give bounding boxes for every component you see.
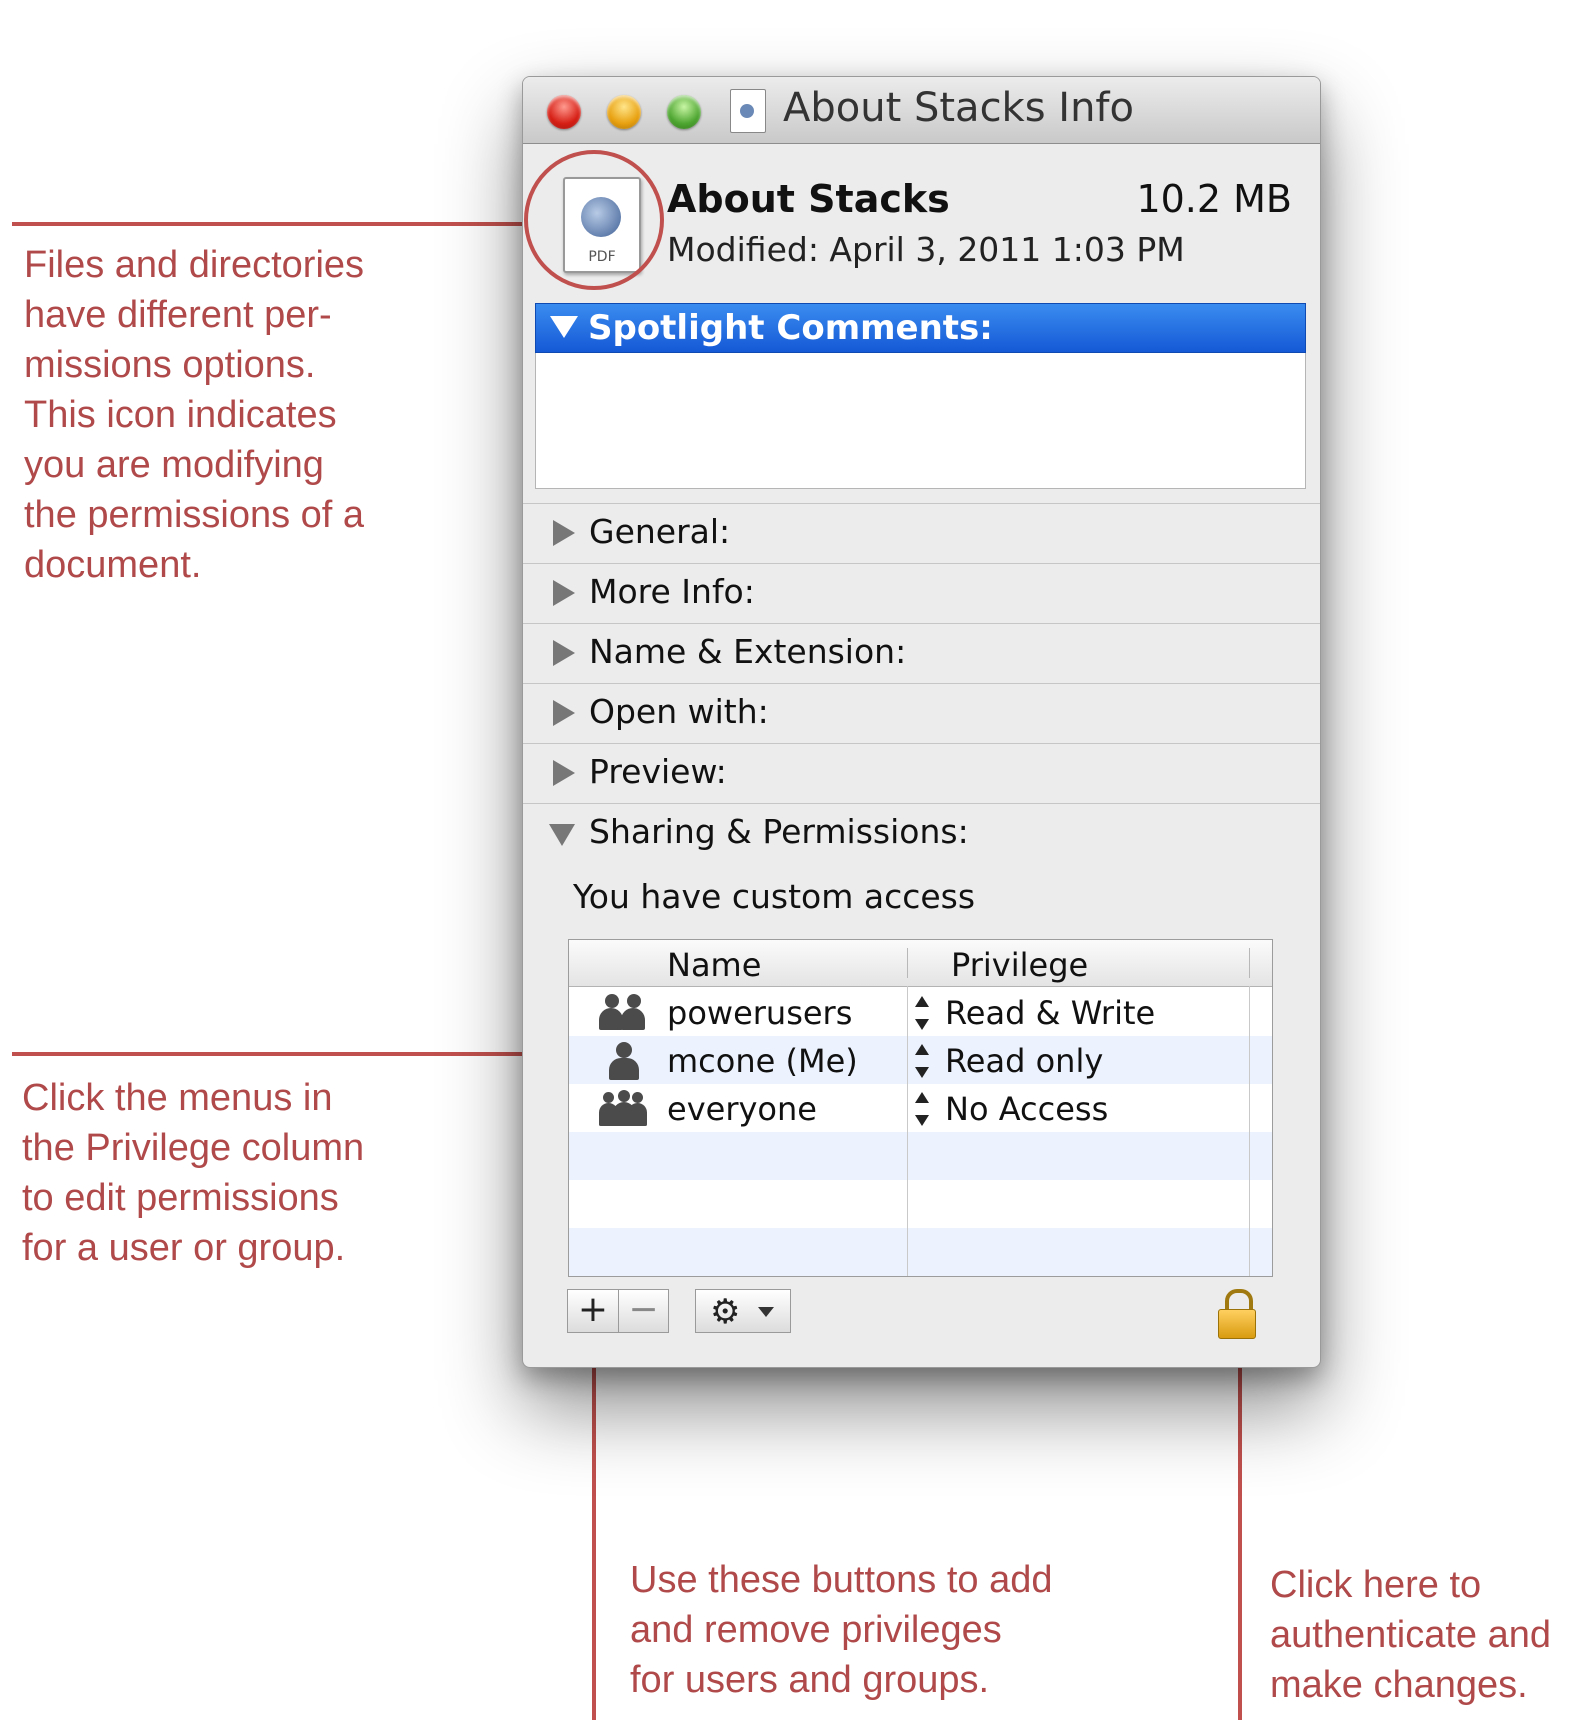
section-name-extension[interactable]: Name & Extension: [523, 623, 1320, 683]
callout-line-icon [12, 222, 528, 226]
user-name: powerusers [667, 994, 853, 1032]
column-divider [907, 986, 908, 1276]
annotation-buttons-note: Use these buttons to add and remove priv… [630, 1559, 1053, 1701]
column-header-privilege[interactable]: Privilege [951, 946, 1088, 984]
column-separator[interactable] [1249, 948, 1250, 978]
spotlight-comments-field[interactable] [535, 353, 1306, 489]
callout-line-lock [1238, 1350, 1242, 1720]
window-title: About Stacks Info [783, 85, 1134, 131]
annotation-lock-note: Click here to authenticate and make chan… [1270, 1564, 1552, 1706]
section-label: Open with: [589, 692, 769, 731]
user-name: mcone (Me) [667, 1042, 858, 1080]
minimize-button[interactable] [607, 95, 641, 129]
disclosure-right-icon [553, 640, 575, 666]
disclosure-down-icon [549, 824, 575, 846]
zoom-button[interactable] [667, 95, 701, 129]
chevron-down-icon [758, 1307, 774, 1317]
section-label: General: [589, 512, 731, 551]
icon-highlight-circle [524, 150, 664, 290]
user-icon [599, 1042, 647, 1080]
privilege-menu[interactable]: Read only [945, 1042, 1103, 1080]
annotation-privilege-note: Click the menus in the Privilege column … [22, 1077, 365, 1269]
column-divider [1249, 986, 1250, 1276]
close-button[interactable] [547, 95, 581, 129]
disclosure-right-icon [553, 700, 575, 726]
column-header-name[interactable]: Name [667, 946, 761, 984]
section-sharing-permissions[interactable]: Sharing & Permissions: [523, 803, 1320, 863]
remove-user-button[interactable]: − [619, 1289, 669, 1333]
callout-line-buttons [592, 1350, 596, 1720]
callout-line-privilege [12, 1052, 564, 1056]
table-row[interactable]: everyone No Access [569, 1084, 1272, 1132]
section-preview[interactable]: Preview: [523, 743, 1320, 803]
annotation-icon-note: Files and directories have different per… [24, 244, 365, 586]
disclosure-right-icon [553, 580, 575, 606]
section-label: Preview: [589, 752, 727, 791]
section-label: Sharing & Permissions: [589, 812, 969, 851]
file-name: About Stacks [667, 177, 950, 221]
section-more-info[interactable]: More Info: [523, 563, 1320, 623]
title-bar[interactable]: About Stacks Info [523, 77, 1320, 144]
file-size: 10.2 MB [1136, 177, 1292, 221]
access-status-text: You have custom access [573, 877, 976, 916]
modified-date: Modified: April 3, 2011 1:03 PM [667, 230, 1185, 269]
disclosure-right-icon [553, 760, 575, 786]
disclosure-down-icon [550, 316, 578, 338]
user-name: everyone [667, 1090, 817, 1128]
spotlight-comments-label: Spotlight Comments: [588, 308, 993, 348]
lock-icon[interactable] [1218, 1289, 1256, 1339]
section-open-with[interactable]: Open with: [523, 683, 1320, 743]
privilege-popup-arrows-icon[interactable] [915, 1044, 929, 1078]
column-separator[interactable] [907, 948, 908, 978]
disclosure-right-icon [553, 520, 575, 546]
everyone-icon [599, 1090, 647, 1128]
permissions-table: Name Privilege powerusers Read & Write m… [568, 939, 1273, 1277]
add-user-button[interactable]: + [567, 1289, 619, 1333]
table-row [569, 1228, 1272, 1276]
group-icon [599, 994, 647, 1032]
table-header: Name Privilege [569, 940, 1272, 987]
table-row [569, 1180, 1272, 1228]
document-proxy-icon[interactable] [730, 89, 766, 133]
gear-icon: ⚙ [710, 1292, 741, 1332]
table-row[interactable]: powerusers Read & Write [569, 988, 1272, 1036]
section-label: Name & Extension: [589, 632, 907, 671]
privilege-menu[interactable]: No Access [945, 1090, 1108, 1128]
spotlight-comments-header[interactable]: Spotlight Comments: [535, 303, 1306, 353]
privilege-popup-arrows-icon[interactable] [915, 996, 929, 1030]
privilege-popup-arrows-icon[interactable] [915, 1092, 929, 1126]
section-general[interactable]: General: [523, 503, 1320, 563]
table-row [569, 1132, 1272, 1180]
action-menu-button[interactable]: ⚙ [695, 1289, 791, 1333]
privilege-menu[interactable]: Read & Write [945, 994, 1155, 1032]
section-label: More Info: [589, 572, 755, 611]
table-row[interactable]: mcone (Me) Read only [569, 1036, 1272, 1084]
